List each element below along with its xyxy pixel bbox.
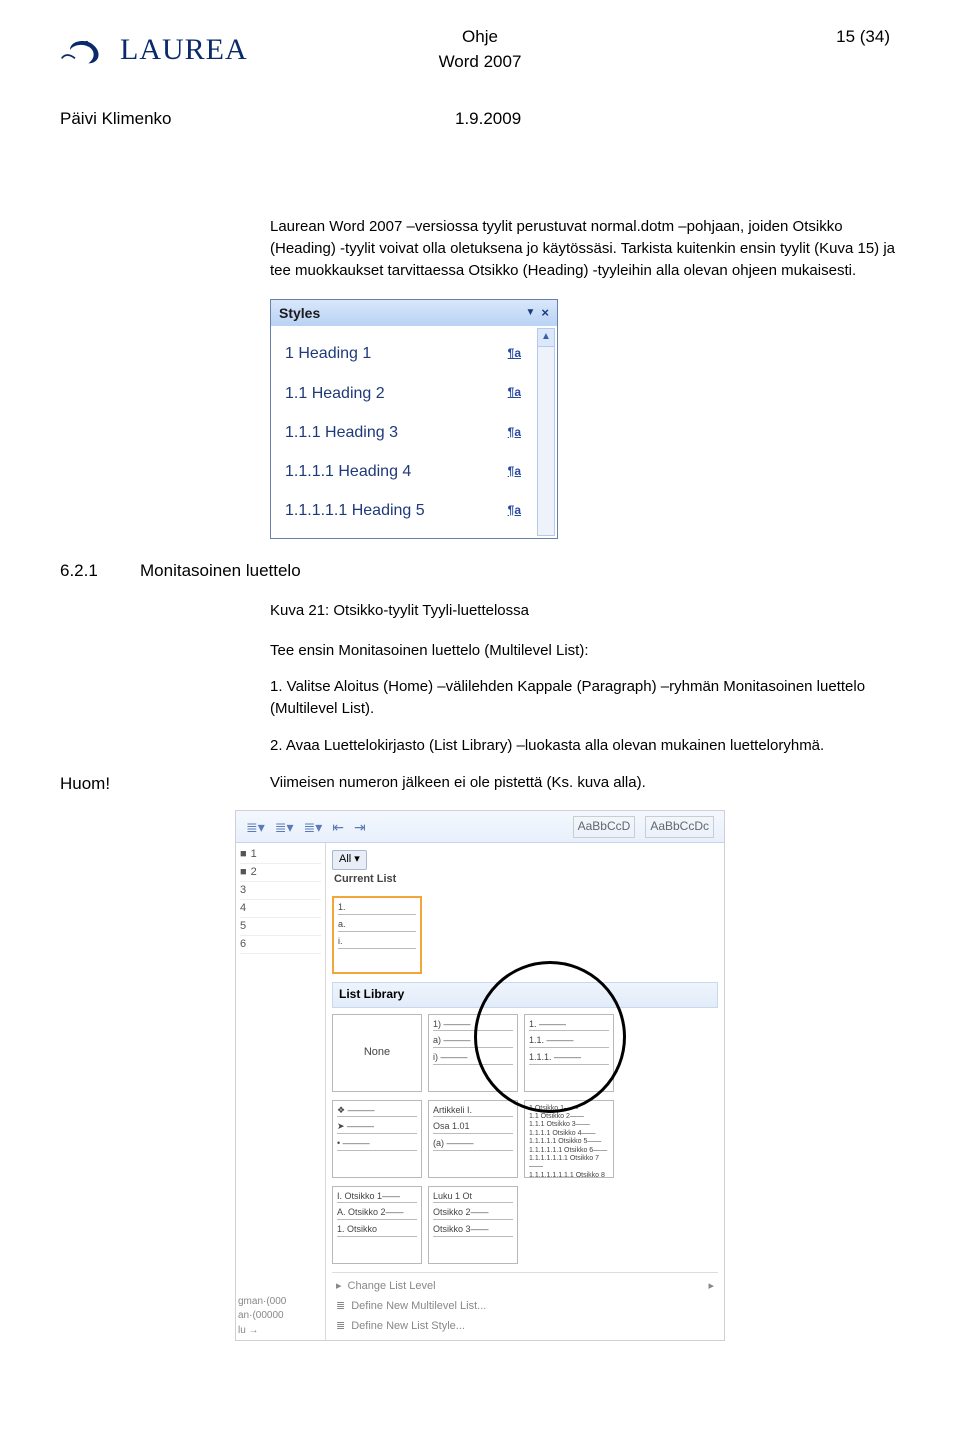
list-thumb-current[interactable]: 1. a. i. <box>332 896 422 974</box>
close-icon[interactable]: × <box>541 304 549 323</box>
doc-fragment: gman·(000 <box>238 1295 286 1310</box>
styles-title: Styles <box>279 303 320 323</box>
list-icon: ≣ <box>336 1299 345 1315</box>
author: Päivi Klimenko <box>60 107 455 132</box>
figure-caption: Kuva 21: Otsikko-tyylit Tyyli-luetteloss… <box>270 600 900 622</box>
note-text: Viimeisen numeron jälkeen ei ole pistett… <box>270 772 900 794</box>
list-thumb-none[interactable]: None <box>332 1014 422 1092</box>
style-sample[interactable]: AaBbCcD <box>573 816 636 837</box>
style-label: 1.1.1 Heading 3 <box>285 421 398 444</box>
style-item[interactable]: 1.1.1.1.1 Heading 5 ¶a <box>277 491 551 530</box>
chevron-right-icon: ▸ <box>708 1279 714 1295</box>
list-library-label: List Library <box>332 982 718 1007</box>
figure-styles-panel: Styles ▼ × ▲ 1 Heading 1 ¶a 1.1 Heading … <box>270 299 558 539</box>
list-thumb[interactable]: Luku 1 Ot Otsikko 2—— Otsikko 3—— <box>428 1186 518 1264</box>
color-icon: ■ <box>240 847 247 863</box>
date: 1.9.2009 <box>455 107 521 132</box>
list-thumb[interactable]: I. Otsikko 1—— A. Otsikko 2—— 1. Otsikko <box>332 1186 422 1264</box>
note-label: Huom! <box>60 772 270 797</box>
figure-list-library: ≣▾ ≣▾ ≣▾ ⇤ ⇥ AaBbCcD AaBbCcDc ■1 ■2 3 4 … <box>235 810 725 1341</box>
logo-mark-icon <box>60 33 110 67</box>
paragraph-intro: Laurean Word 2007 –versiossa tyylit peru… <box>270 216 900 281</box>
style-label: 1.1 Heading 2 <box>285 382 385 405</box>
list-thumb-highlighted[interactable]: 1 Otsikko 1—— 1.1 Otsikko 2—— 1.1.1 Otsi… <box>524 1100 614 1178</box>
paragraph-mark-icon: ¶a <box>508 502 521 519</box>
list-thumb[interactable]: ❖ ——— ➤ ——— • ——— <box>332 1100 422 1178</box>
section-title: Monitasoinen luettelo <box>140 559 301 584</box>
style-sample[interactable]: AaBbCcDc <box>645 816 714 837</box>
list-thumb[interactable]: 1. ——— 1.1. ——— 1.1.1. ——— <box>524 1014 614 1092</box>
style-item[interactable]: 1.1 Heading 2 ¶a <box>277 374 551 413</box>
menu-define-style[interactable]: ≣ Define New List Style... <box>332 1317 718 1337</box>
list-icon: ≣ <box>336 1319 345 1335</box>
dropdown-icon[interactable]: ▼ <box>526 306 536 321</box>
arrow-right-icon: ▸ <box>336 1279 342 1295</box>
color-icon: ■ <box>240 865 247 881</box>
doc-fragment: an·(00000 <box>238 1309 286 1324</box>
style-label: 1.1.1.1.1 Heading 5 <box>285 499 425 522</box>
section-number: 6.2.1 <box>60 559 140 584</box>
page-number: 15 (34) <box>836 25 890 50</box>
scrollbar[interactable]: ▲ <box>537 328 555 536</box>
current-list-label: Current List <box>332 870 718 892</box>
doc-sub: Word 2007 <box>439 50 522 75</box>
logo: LAUREA <box>60 28 248 72</box>
step-1: 1. Valitse Aloitus (Home) –välilehden Ka… <box>270 676 900 720</box>
menu-define-multilevel[interactable]: ≣ Define New Multilevel List... <box>332 1297 718 1317</box>
paragraph-mark-icon: ¶a <box>508 345 521 362</box>
list-thumb[interactable]: Artikkeli I. Osa 1.01 (a) ——— <box>428 1100 518 1178</box>
style-item[interactable]: 1.1.1 Heading 3 ¶a <box>277 413 551 452</box>
paragraph-mark-icon: ¶a <box>508 424 521 441</box>
logo-text: LAUREA <box>120 28 248 72</box>
indent-dec-icon[interactable]: ⇤ <box>332 817 344 837</box>
ruler-column: ■1 ■2 3 4 5 6 gman·(000 an·(00000 lu → <box>236 843 326 1340</box>
numbering-icon[interactable]: ≣▾ <box>275 817 294 837</box>
list-thumb[interactable]: 1) ——— a) ——— i) ——— <box>428 1014 518 1092</box>
paragraph-mark-icon: ¶a <box>508 384 521 401</box>
style-item[interactable]: 1.1.1.1 Heading 4 ¶a <box>277 452 551 491</box>
multilevel-icon[interactable]: ≣▾ <box>304 817 323 837</box>
paragraph-mark-icon: ¶a <box>508 463 521 480</box>
doc-fragment: lu → <box>238 1324 286 1339</box>
step-2: 2. Avaa Luettelokirjasto (List Library) … <box>270 735 900 757</box>
bullets-icon[interactable]: ≣▾ <box>246 817 265 837</box>
menu-change-level[interactable]: ▸ Change List Level ▸ <box>332 1277 718 1297</box>
style-item[interactable]: 1 Heading 1 ¶a <box>277 334 551 373</box>
style-label: 1 Heading 1 <box>285 342 371 365</box>
indent-inc-icon[interactable]: ⇥ <box>354 817 366 837</box>
paragraph-instruction: Tee ensin Monitasoinen luettelo (Multile… <box>270 640 900 662</box>
scroll-up-icon[interactable]: ▲ <box>538 329 554 347</box>
style-label: 1.1.1.1 Heading 4 <box>285 460 411 483</box>
all-dropdown[interactable]: All ▾ <box>332 850 367 870</box>
doc-type: Ohje <box>462 25 498 50</box>
